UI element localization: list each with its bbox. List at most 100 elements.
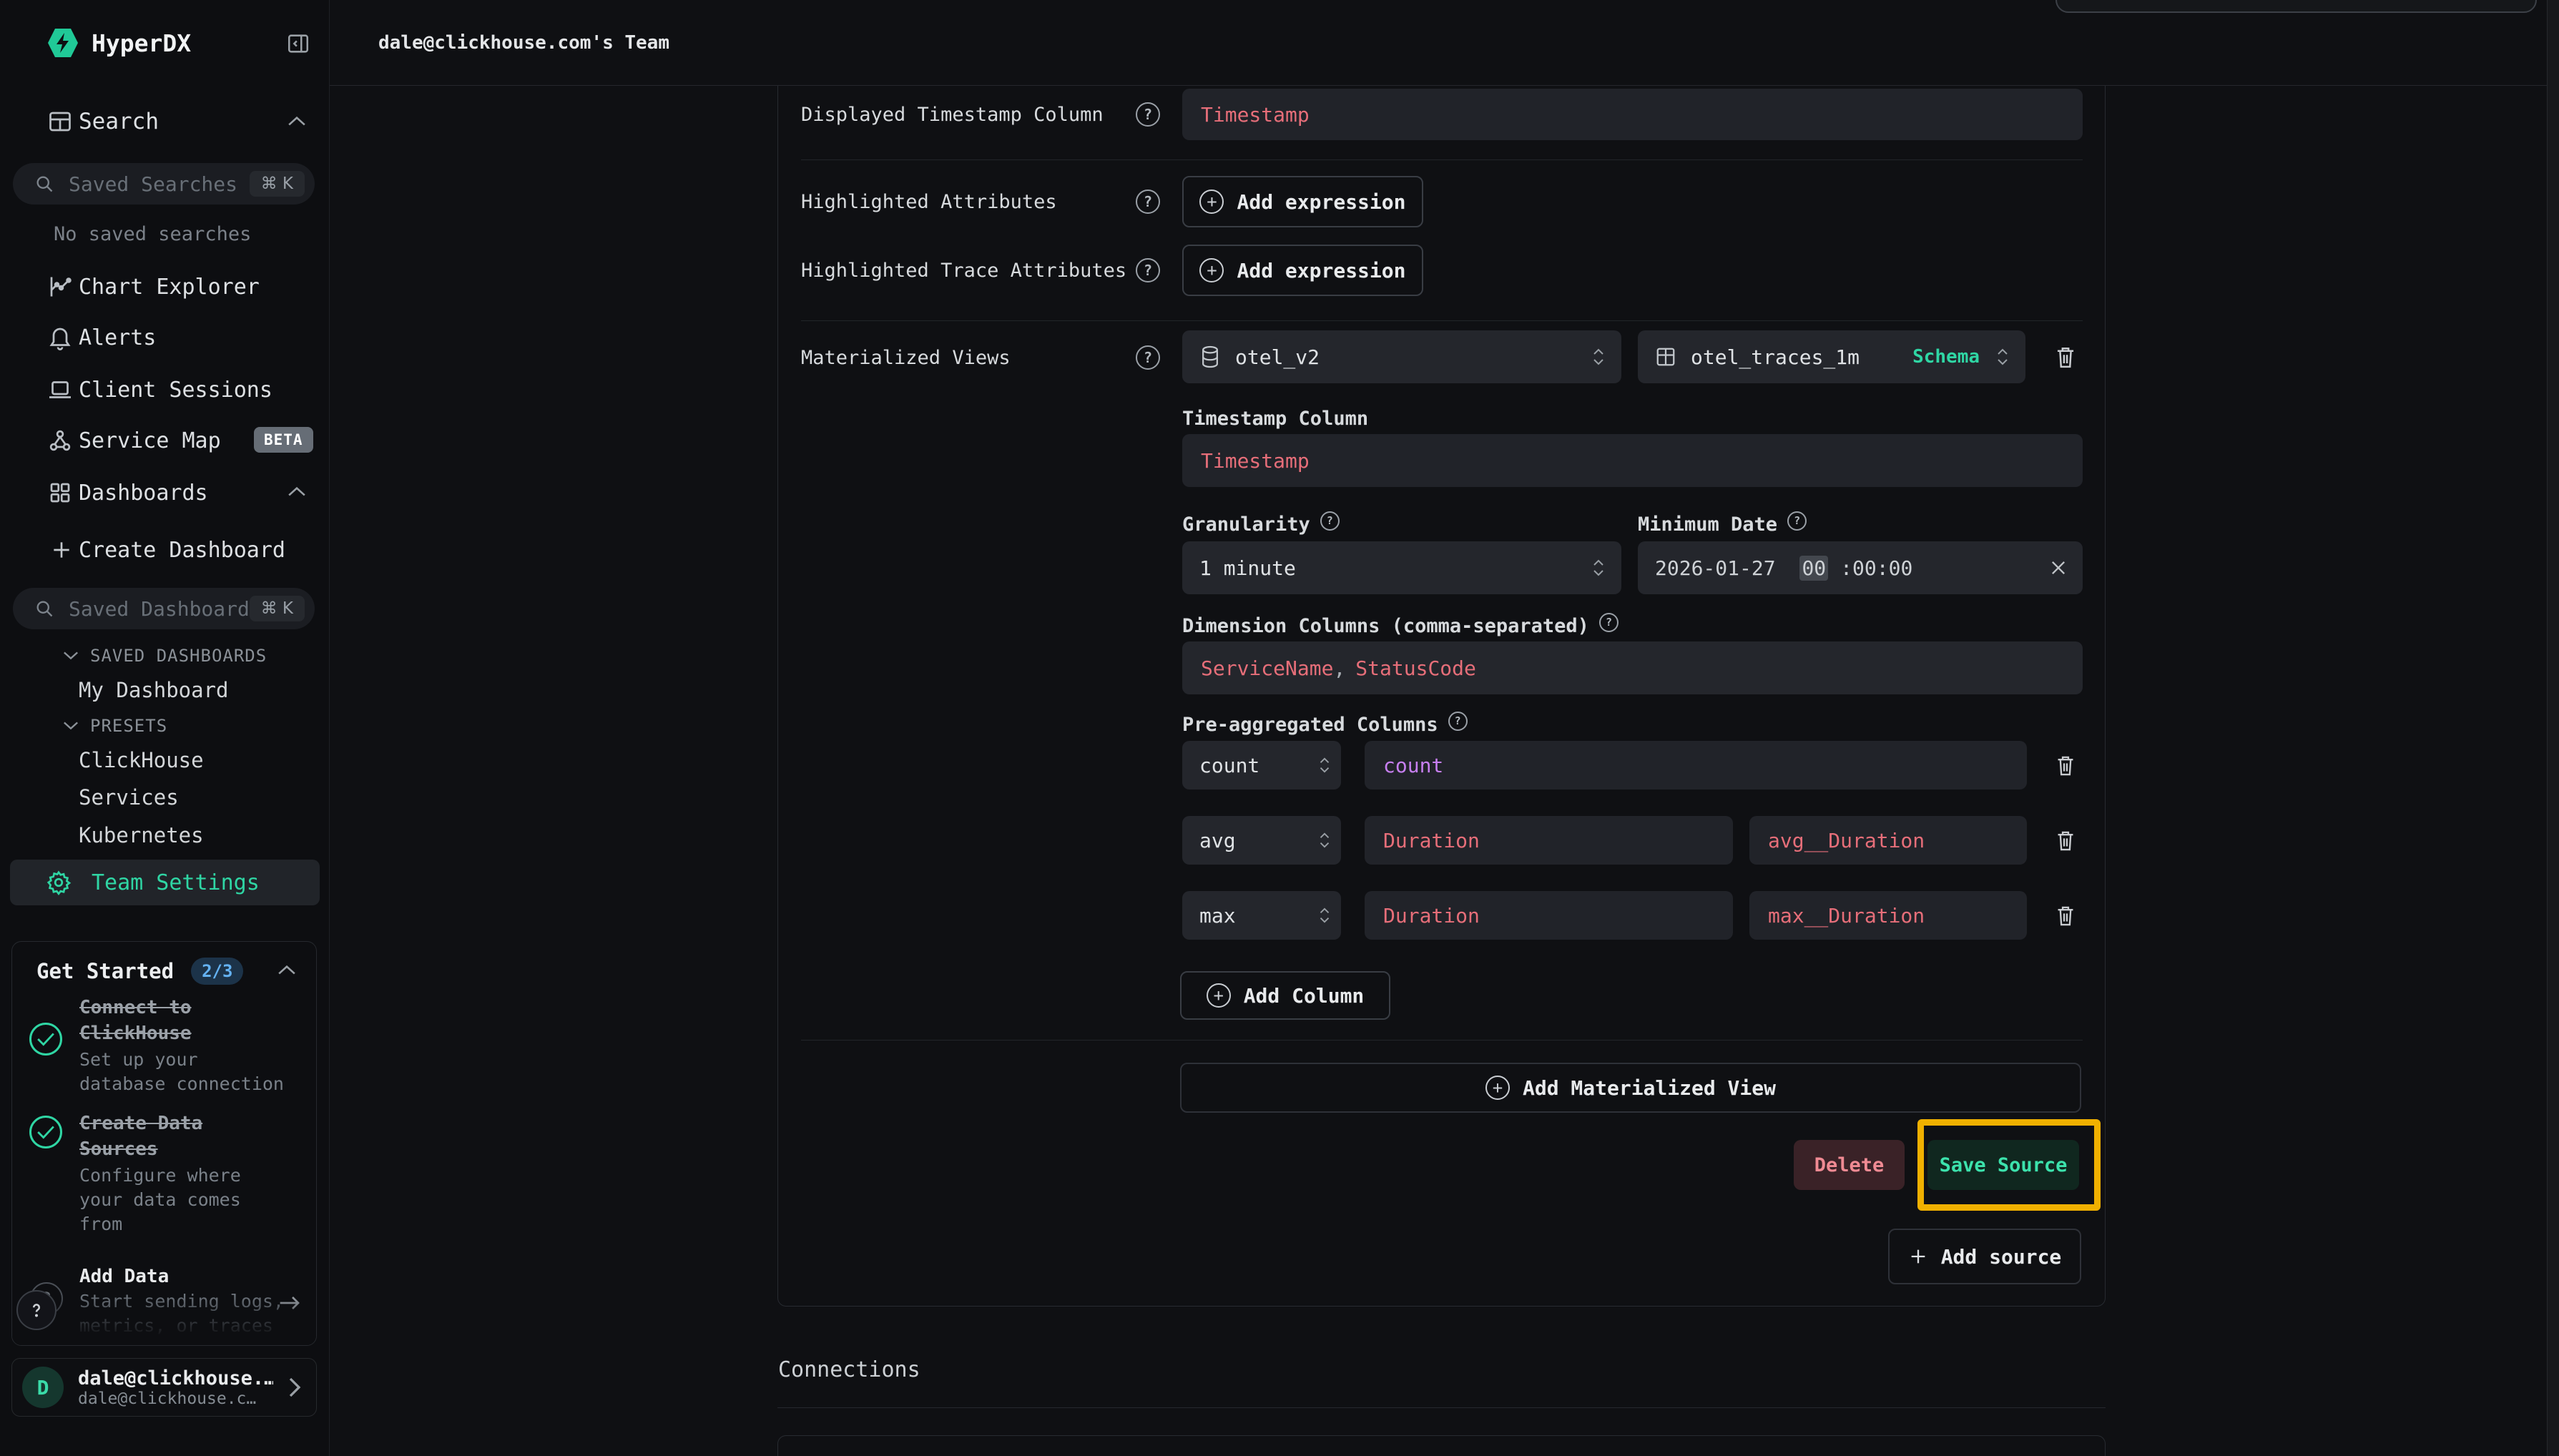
question-mark-icon [26, 1299, 47, 1321]
step-title[interactable]: Add Data [79, 1264, 287, 1289]
select-caret-icon [1317, 904, 1332, 927]
save-source-button[interactable]: Save Source [1927, 1140, 2079, 1190]
no-saved-searches-text: No saved searches [54, 223, 251, 245]
add-expression-button[interactable]: + Add expression [1182, 176, 1423, 227]
sidebar-item-my-dashboard[interactable]: My Dashboard [79, 678, 229, 702]
select-value: count [1199, 754, 1259, 777]
help-icon[interactable]: ? [1448, 712, 1468, 731]
delete-row-trash-icon[interactable] [2051, 826, 2080, 855]
schema-link[interactable]: Schema [1912, 346, 1980, 368]
search-icon [34, 174, 54, 194]
chevron-up-icon[interactable] [288, 485, 306, 498]
aggregate-expression-input[interactable]: Duration [1365, 891, 1733, 940]
scrollbar-track[interactable] [2547, 0, 2559, 1456]
database-select[interactable]: otel_v2 [1182, 330, 1621, 383]
timestamp-column-label: Timestamp Column [1182, 404, 1368, 433]
button-label: Add expression [1237, 190, 1405, 214]
hyperdx-logo-icon [47, 27, 79, 59]
notification-toast [2055, 0, 2537, 13]
aggregate-fn-select[interactable]: max [1182, 891, 1341, 940]
user-profile-button[interactable]: D dale@clickhouse.… dale@clickhouse.c… [11, 1358, 317, 1417]
select-caret-icon [1590, 556, 1607, 580]
help-icon[interactable]: ? [1136, 102, 1160, 127]
dimension-columns-input[interactable]: ServiceName,StatusCode [1182, 641, 2083, 694]
aggregate-alias-input[interactable]: avg__Duration [1749, 816, 2027, 865]
chevron-right-icon [288, 1377, 302, 1398]
saved-dashboards-input[interactable] [67, 596, 250, 621]
date-rest: :00:00 [1840, 556, 1912, 580]
chevron-up-icon[interactable] [288, 114, 306, 127]
input-value: Timestamp [1201, 449, 1310, 473]
plus-circle-icon: + [1199, 190, 1224, 214]
step-title[interactable]: Create Data Sources [79, 1111, 287, 1162]
plus-icon [50, 538, 73, 561]
connections-title: Connections [778, 1357, 920, 1382]
minimum-date-input[interactable]: 2026-01-27 00 :00:00 [1638, 541, 2083, 594]
sidebar-item-alerts[interactable]: Alerts [79, 325, 156, 350]
help-icon[interactable]: ? [1787, 511, 1807, 531]
aggregate-fn-select[interactable]: avg [1182, 816, 1341, 865]
plus-circle-icon: + [1485, 1076, 1510, 1100]
delete-row-trash-icon[interactable] [2051, 901, 2080, 930]
aggregate-expression-input[interactable]: count [1365, 741, 2027, 790]
dashboards-icon [47, 480, 73, 506]
aggregate-fn-select[interactable]: count [1182, 741, 1341, 790]
progress-badge: 2/3 [191, 958, 243, 985]
sidebar-item-search[interactable]: Search [79, 109, 159, 134]
highlighted-attributes-label: Highlighted Attributes [801, 177, 1057, 226]
group-saved-dashboards[interactable]: SAVED DASHBOARDS [63, 646, 267, 666]
select-caret-icon [1317, 829, 1332, 852]
sidebar: HyperDX Search ⌘ K No saved searches Cha… [0, 0, 330, 1456]
delete-row-trash-icon[interactable] [2051, 751, 2080, 779]
table-select[interactable]: otel_traces_1m Schema [1638, 330, 2025, 383]
add-materialized-view-button[interactable]: + Add Materialized View [1180, 1063, 2081, 1113]
aggregate-expression-input[interactable]: Duration [1365, 816, 1733, 865]
delete-button[interactable]: Delete [1794, 1140, 1905, 1190]
sidebar-item-service-map[interactable]: Service Map [79, 428, 221, 453]
aggregate-alias-input[interactable]: max__Duration [1749, 891, 2027, 940]
add-column-button[interactable]: + Add Column [1180, 971, 1390, 1020]
date-part: 2026-01-27 [1655, 556, 1787, 580]
add-expression-button[interactable]: + Add expression [1182, 245, 1423, 296]
saved-dashboards-searchbox[interactable]: ⌘ K [13, 588, 315, 629]
dimension-columns-label: Dimension Columns (comma-separated) ? [1182, 611, 1619, 640]
chevron-down-icon [63, 721, 79, 731]
help-icon[interactable]: ? [1136, 345, 1160, 370]
help-icon[interactable]: ? [1599, 613, 1619, 632]
timestamp-column-input[interactable]: Timestamp [1182, 434, 2083, 487]
table-icon [1655, 346, 1676, 368]
help-icon[interactable]: ? [1320, 511, 1340, 531]
input-value: Timestamp [1201, 103, 1310, 127]
create-dashboard-button[interactable]: Create Dashboard [79, 537, 285, 563]
step-title[interactable]: Connect to ClickHouse [79, 995, 287, 1046]
divider [777, 1407, 2106, 1408]
saved-searches-searchbox[interactable]: ⌘ K [13, 163, 315, 205]
sidebar-item-services[interactable]: Services [79, 785, 179, 810]
clear-date-icon[interactable] [2048, 558, 2068, 578]
button-label: Add Column [1244, 984, 1365, 1008]
input-value: Duration [1383, 904, 1480, 928]
help-button[interactable] [16, 1290, 57, 1330]
group-presets[interactable]: PRESETS [63, 716, 167, 736]
saved-searches-input[interactable] [67, 172, 250, 197]
sidebar-item-dashboards[interactable]: Dashboards [79, 480, 208, 506]
input-value: StatusCode [1355, 656, 1476, 680]
date-hour-selected: 00 [1799, 556, 1828, 581]
sidebar-item-team-settings[interactable]: Team Settings [10, 860, 320, 905]
sidebar-item-kubernetes[interactable]: Kubernetes [79, 823, 204, 847]
button-label: Add expression [1237, 259, 1405, 282]
help-icon[interactable]: ? [1136, 258, 1160, 282]
chevron-up-icon[interactable] [277, 963, 296, 976]
add-source-button[interactable]: Add source [1888, 1229, 2081, 1284]
profile-name: dale@clickhouse.… [78, 1367, 273, 1389]
delete-view-trash-icon[interactable] [2051, 343, 2080, 371]
granularity-select[interactable]: 1 minute [1182, 541, 1621, 594]
sidebar-item-client-sessions[interactable]: Client Sessions [79, 377, 272, 403]
help-icon[interactable]: ? [1136, 190, 1160, 214]
collapse-sidebar-icon[interactable] [286, 31, 310, 56]
select-value: otel_traces_1m [1691, 345, 1860, 369]
sidebar-item-chart-explorer[interactable]: Chart Explorer [79, 274, 260, 300]
sidebar-item-clickhouse[interactable]: ClickHouse [79, 748, 204, 772]
step-subtitle: Configure where your data comes from [79, 1164, 287, 1236]
displayed-timestamp-input[interactable]: Timestamp [1182, 89, 2083, 140]
